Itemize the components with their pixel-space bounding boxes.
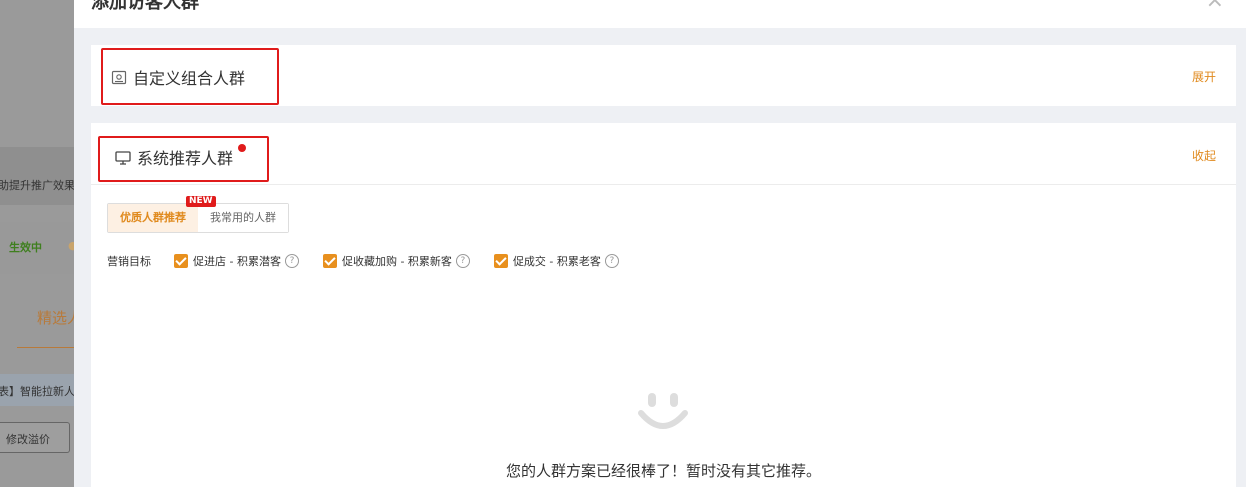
background-edit-button-label: 修改溢价 (6, 433, 50, 446)
expand-link[interactable]: 展开 (1192, 68, 1216, 85)
system-recommended-header[interactable]: 系统推荐人群 (115, 145, 233, 169)
custom-audience-header[interactable]: 自定义组合人群 (111, 65, 245, 90)
checkbox-checked-icon[interactable] (322, 254, 337, 268)
system-recommended-title: 系统推荐人群 (137, 149, 234, 168)
goal-store-visit[interactable]: 促进店 - 积累潜客 ? (174, 253, 299, 269)
background-edit-button: 修改溢价 (0, 422, 70, 453)
background-tab-underline (17, 347, 75, 348)
system-recommended-panel: 系统推荐人群 收起 优质人群推荐 我常用的人群 NEW 营销目标 促进店 - 积… (91, 123, 1236, 487)
custom-audience-title: 自定义组合人群 (133, 69, 246, 88)
help-icon[interactable]: ? (284, 254, 299, 268)
background-hint-text: 助提升推广效果 (0, 179, 75, 192)
background-status-row: 生效中 ● (0, 222, 75, 274)
close-icon[interactable]: × (1206, 0, 1224, 13)
background-row-text: 表】智能拉新人 (0, 385, 75, 398)
background-strip: 助提升推广效果 (0, 147, 75, 205)
tab-frequent-audience[interactable]: 我常用的人群 (198, 204, 288, 232)
modal-header: 添加访客人群 × (74, 0, 1246, 28)
smile-icon (638, 393, 688, 429)
goal-label: 促进店 - 积累潜客 (193, 255, 281, 268)
help-icon[interactable]: ? (455, 254, 470, 268)
checkbox-checked-icon[interactable] (174, 254, 188, 268)
collapse-link[interactable]: 收起 (1192, 147, 1216, 164)
custom-group-icon (111, 70, 127, 90)
goal-label: 促成交 - 积累老客 (512, 255, 601, 268)
background-row: 表】智能拉新人 (0, 374, 75, 406)
background-status-text: 生效中 (9, 241, 42, 254)
add-visitor-audience-modal: 添加访客人群 × 自定义组合人群 展开 系统推荐人群 收起 优质人群推荐 我常用… (74, 0, 1246, 487)
marketing-goals: 营销目标 促进店 - 积累潜客 ? 促收藏加购 - 积累新客 ? 促成交 - 积… (107, 251, 643, 271)
goal-conversion[interactable]: 促成交 - 积累老客 ? (493, 253, 619, 269)
panel-divider (91, 184, 1236, 185)
checkbox-checked-icon[interactable] (493, 254, 508, 268)
goal-favorite-cart[interactable]: 促收藏加购 - 积累新客 ? (322, 253, 470, 269)
monitor-icon (115, 150, 131, 169)
marketing-goal-label: 营销目标 (107, 255, 151, 268)
help-icon[interactable]: ? (604, 254, 619, 268)
new-badge: NEW (186, 196, 216, 207)
modal-title: 添加访客人群 (91, 0, 199, 13)
tab-quality-audience[interactable]: 优质人群推荐 (108, 204, 198, 232)
notification-dot (238, 144, 246, 152)
custom-audience-panel: 自定义组合人群 展开 (91, 45, 1236, 106)
background-page: 助提升推广效果 生效中 ● 精选人 表】智能拉新人 修改溢价 (0, 0, 75, 487)
empty-state-message: 您的人群方案已经很棒了！暂时没有其它推荐。 (505, 462, 821, 480)
audience-tabs: 优质人群推荐 我常用的人群 (107, 203, 289, 233)
goal-label: 促收藏加购 - 积累新客 (341, 255, 452, 268)
background-tab: 精选人 (37, 309, 75, 327)
